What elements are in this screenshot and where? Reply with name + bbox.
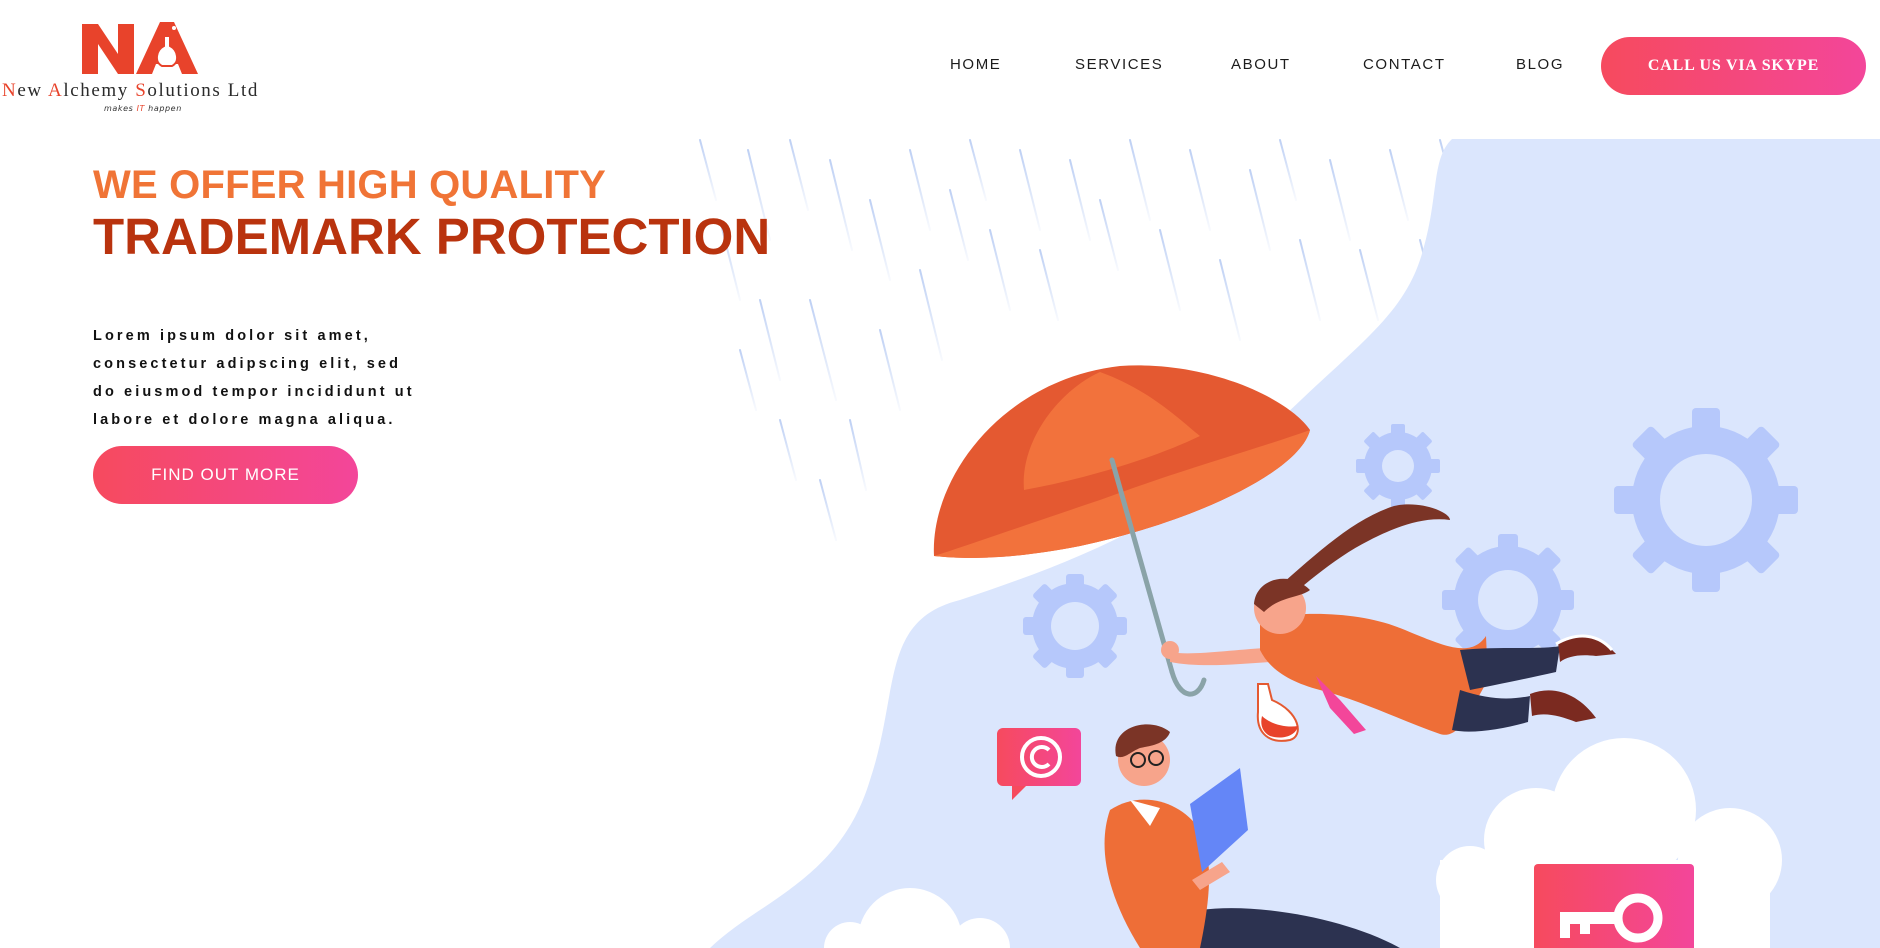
brand-logo[interactable]: New Alchemy Solutions Ltd makes IT happe… [0, 14, 290, 124]
key-icon [1534, 864, 1694, 948]
nav-item-services[interactable]: SERVICES [1075, 56, 1163, 73]
hero-description-line: do eiusmod tempor incididunt ut [93, 384, 415, 400]
brand-name: New Alchemy Solutions Ltd [2, 80, 259, 102]
find-out-more-button[interactable]: FIND OUT MORE [93, 446, 358, 504]
hero-description-line: Lorem ipsum dolor sit amet, [93, 328, 371, 344]
nav-item-contact[interactable]: CONTACT [1363, 56, 1446, 73]
brand-tagline: makes IT happen [104, 104, 182, 113]
brand-name-part: olutions Ltd [147, 80, 259, 101]
nav-item-blog[interactable]: BLOG [1516, 56, 1564, 73]
brand-tagline-part: happen [145, 104, 182, 113]
hero-subtitle: WE OFFER HIGH QUALITY [93, 163, 607, 207]
logo-mark-icon [82, 22, 198, 74]
call-via-skype-button[interactable]: CALL US VIA SKYPE [1601, 37, 1866, 95]
hero-title: TRADEMARK PROTECTION [93, 208, 771, 265]
nav-item-home[interactable]: HOME [950, 56, 1001, 73]
brand-name-part: S [135, 80, 148, 101]
brand-name-part: N [2, 80, 18, 101]
brand-tagline-part: IT [136, 104, 146, 113]
nav-item-about[interactable]: ABOUT [1231, 56, 1291, 73]
brand-name-part: A [47, 80, 64, 101]
brand-tagline-part: makes [104, 104, 137, 113]
site-header: New Alchemy Solutions Ltd makes IT happe… [0, 0, 1880, 132]
hero-description: Lorem ipsum dolor sit amet, consectetur … [93, 322, 453, 434]
hero-description-line: labore et dolore magna aliqua. [93, 412, 396, 428]
brand-name-part: ew [17, 80, 48, 101]
brand-name-part: lchemy [63, 80, 136, 101]
page: New Alchemy Solutions Ltd makes IT happe… [0, 0, 1880, 948]
hero-description-line: consectetur adipscing elit, sed [93, 356, 402, 372]
